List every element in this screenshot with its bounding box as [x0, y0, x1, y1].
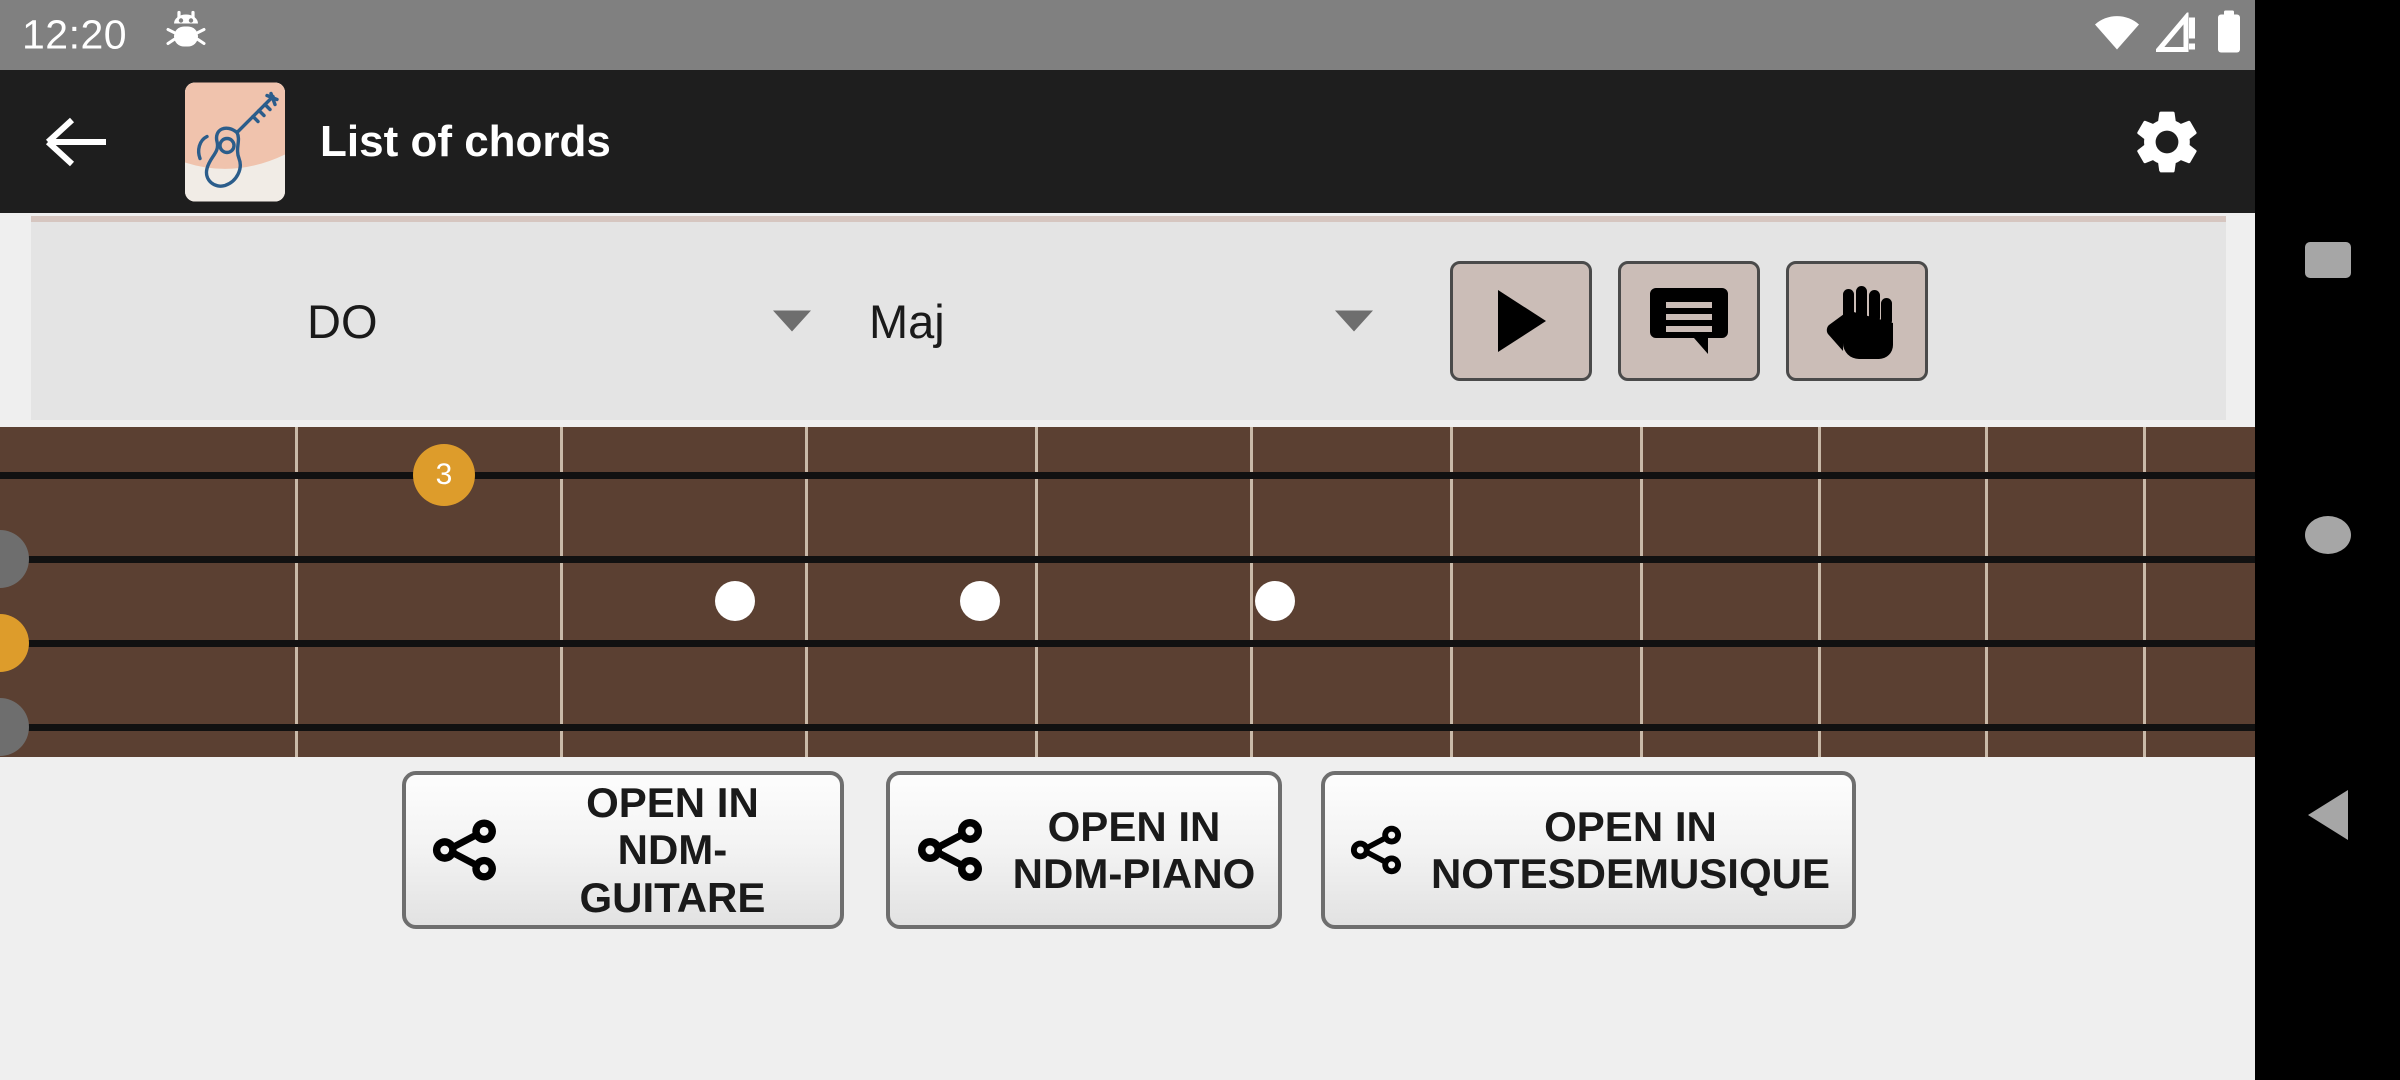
string-line: [0, 724, 2255, 731]
share-ndm-guitare-button[interactable]: OPEN IN NDM-GUITARE: [402, 771, 844, 929]
status-icons-group: [2094, 10, 2242, 60]
share-notesdemusique-label: OPEN IN NOTESDEMUSIQUE: [1430, 802, 1830, 897]
triangle-back-icon: [2307, 790, 2348, 840]
share-icon: [432, 819, 496, 881]
share-ndm-piano-label: OPEN IN NDM-PIANO: [1012, 802, 1256, 897]
stop-hand-icon: [1826, 286, 1893, 359]
finger-position-dot[interactable]: 3: [413, 444, 475, 506]
play-button[interactable]: [1450, 261, 1592, 381]
back-button[interactable]: [43, 108, 111, 176]
string-line: [0, 556, 2255, 563]
share-notesdemusique-button[interactable]: OPEN IN NOTESDEMUSIQUE: [1321, 771, 1856, 929]
share-buttons-row: OPEN IN NDM-GUITARE OPEN IN NDM-PIANO OP…: [0, 771, 2255, 931]
status-bar: 12:20: [0, 0, 2255, 70]
gear-icon: [2137, 111, 2197, 172]
phone-content-area: 12:20 List of chords DO Maj 3 OPEN IN ND…: [0, 0, 2255, 1080]
chord-text-button[interactable]: [1618, 261, 1760, 381]
chord-type-dropdown[interactable]: Maj: [869, 222, 1389, 420]
chord-selector-panel: DO Maj: [31, 216, 2226, 420]
bug-icon: [166, 10, 206, 60]
chevron-down-icon: [773, 310, 811, 332]
note-dropdown[interactable]: DO: [307, 222, 827, 420]
home-button[interactable]: [2298, 505, 2358, 565]
page-title: List of chords: [320, 116, 611, 166]
chord-type-dropdown-value: Maj: [869, 294, 945, 348]
fret-inlay-dot: [1255, 581, 1295, 621]
recents-button[interactable]: [2298, 230, 2358, 290]
guitar-app-logo: [185, 82, 285, 201]
battery-icon: [2216, 10, 2242, 60]
string-line: [0, 472, 2255, 479]
fret-inlay-dot: [715, 581, 755, 621]
phone-screenshot: 12:20 List of chords DO Maj 3 OPEN IN ND…: [0, 0, 2400, 1080]
string-line: [0, 640, 2255, 647]
fret-inlay-dot: [960, 581, 1000, 621]
open-string-marker-muted[interactable]: [0, 698, 29, 756]
speech-bubble-icon: [1650, 288, 1728, 354]
open-string-marker-muted[interactable]: [0, 530, 29, 588]
status-clock: 12:20: [22, 11, 128, 58]
circle-home-icon: [2304, 516, 2351, 554]
play-icon: [1498, 290, 1546, 352]
share-ndm-guitare-label: OPEN IN NDM-GUITARE: [579, 779, 766, 921]
open-string-marker-open[interactable]: [0, 614, 29, 672]
chevron-down-icon: [1335, 310, 1373, 332]
mute-button[interactable]: [1786, 261, 1928, 381]
cellular-no-sim-icon: [2153, 10, 2200, 58]
share-ndm-piano-button[interactable]: OPEN IN NDM-PIANO: [886, 771, 1282, 929]
wifi-icon: [2094, 14, 2140, 57]
app-bar: List of chords: [0, 70, 2255, 213]
square-recents-icon: [2304, 242, 2351, 278]
guitar-fretboard[interactable]: 3: [0, 427, 2255, 757]
share-icon: [1350, 825, 1402, 875]
note-dropdown-value: DO: [307, 294, 378, 348]
share-icon: [917, 819, 982, 881]
android-nav-bar: [2255, 0, 2400, 1080]
arrow-left-icon: [45, 117, 106, 166]
settings-button[interactable]: [2127, 102, 2207, 182]
back-nav-button[interactable]: [2298, 785, 2358, 845]
